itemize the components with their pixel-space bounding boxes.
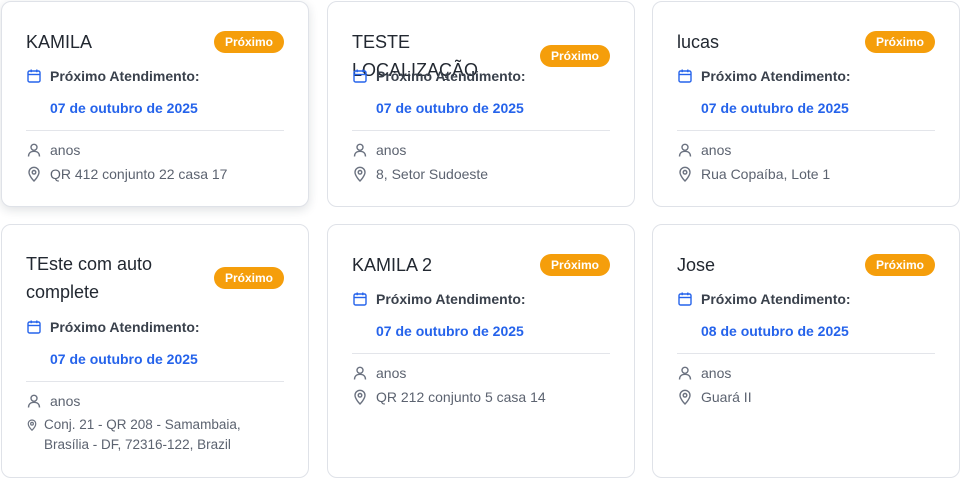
patient-card-kamila-2[interactable]: KAMILA 2 Próximo Próximo Atendimento: 07… <box>327 224 635 478</box>
user-icon <box>26 142 42 158</box>
appointment-label: Próximo Atendimento: <box>701 291 851 307</box>
user-icon <box>677 365 693 381</box>
status-badge: Próximo <box>539 254 610 276</box>
calendar-icon <box>677 68 693 84</box>
map-pin-icon <box>677 389 693 405</box>
patient-address: QR 412 conjunto 22 casa 17 <box>50 166 228 182</box>
status-badge: Próximo <box>864 31 935 53</box>
patient-age: anos <box>50 142 81 158</box>
patient-age: anos <box>50 393 81 409</box>
patient-address: Conj. 21 - QR 208 - Samambaia, Brasília … <box>44 415 241 455</box>
patient-name: TEste com auto complete <box>26 254 153 302</box>
patient-card-teste-com-auto-complete[interactable]: TEste com auto complete Próximo Próximo … <box>1 224 309 478</box>
status-badge: Próximo <box>213 267 284 289</box>
appointment-label: Próximo Atendimento: <box>50 319 200 335</box>
appointment-date: 07 de outubro de 2025 <box>50 351 198 367</box>
appointment-label: Próximo Atendimento: <box>376 68 526 84</box>
appointment-label: Próximo Atendimento: <box>50 68 200 84</box>
appointment-date: 07 de outubro de 2025 <box>701 100 849 116</box>
divider <box>352 130 610 131</box>
divider <box>677 130 935 131</box>
map-pin-icon <box>26 419 38 431</box>
patient-address: QR 212 conjunto 5 casa 14 <box>376 389 546 405</box>
user-icon <box>677 142 693 158</box>
patient-address: Rua Copaíba, Lote 1 <box>701 166 831 182</box>
patient-card-jose[interactable]: Jose Próximo Próximo Atendimento: 08 de … <box>652 224 960 478</box>
patient-age: anos <box>376 365 407 381</box>
patient-name: KAMILA <box>26 32 93 52</box>
map-pin-icon <box>352 389 368 405</box>
user-icon <box>352 365 368 381</box>
appointment-date: 08 de outubro de 2025 <box>701 323 849 339</box>
calendar-icon <box>677 291 693 307</box>
patient-card-teste-localizacao[interactable]: TESTE LOCALIZAÇÃO Próximo Próximo Atendi… <box>327 1 635 207</box>
patient-name: KAMILA 2 <box>352 255 433 275</box>
patient-address: Guará II <box>701 389 752 405</box>
appointment-date: 07 de outubro de 2025 <box>376 100 524 116</box>
divider <box>26 130 284 131</box>
map-pin-icon <box>677 166 693 182</box>
patient-card-kamila[interactable]: KAMILA Próximo Próximo Atendimento: 07 d… <box>1 1 309 207</box>
address-line-1: Conj. 21 - QR 208 - Samambaia, <box>44 417 241 432</box>
status-badge: Próximo <box>539 45 610 67</box>
appointment-label: Próximo Atendimento: <box>376 291 526 307</box>
patient-age: anos <box>376 142 407 158</box>
patient-name: lucas <box>677 32 720 52</box>
divider <box>352 353 610 354</box>
divider <box>677 353 935 354</box>
calendar-icon <box>26 319 42 335</box>
appointment-date: 07 de outubro de 2025 <box>50 100 198 116</box>
map-pin-icon <box>26 166 42 182</box>
calendar-icon <box>352 68 368 84</box>
map-pin-icon <box>352 166 368 182</box>
appointment-label: Próximo Atendimento: <box>701 68 851 84</box>
patient-address: 8, Setor Sudoeste <box>376 166 489 182</box>
appointment-date: 07 de outubro de 2025 <box>376 323 524 339</box>
status-badge: Próximo <box>864 254 935 276</box>
user-icon <box>26 393 42 409</box>
divider <box>26 381 284 382</box>
calendar-icon <box>26 68 42 84</box>
patient-card-grid: KAMILA Próximo Próximo Atendimento: 07 d… <box>0 0 961 478</box>
address-line-2: Brasília - DF, 72316-122, Brazil <box>44 437 231 452</box>
calendar-icon <box>352 291 368 307</box>
patient-age: anos <box>701 142 732 158</box>
status-badge: Próximo <box>213 31 284 53</box>
patient-age: anos <box>701 365 732 381</box>
patient-name: Jose <box>677 255 716 275</box>
patient-card-lucas[interactable]: lucas Próximo Próximo Atendimento: 07 de… <box>652 1 960 207</box>
user-icon <box>352 142 368 158</box>
